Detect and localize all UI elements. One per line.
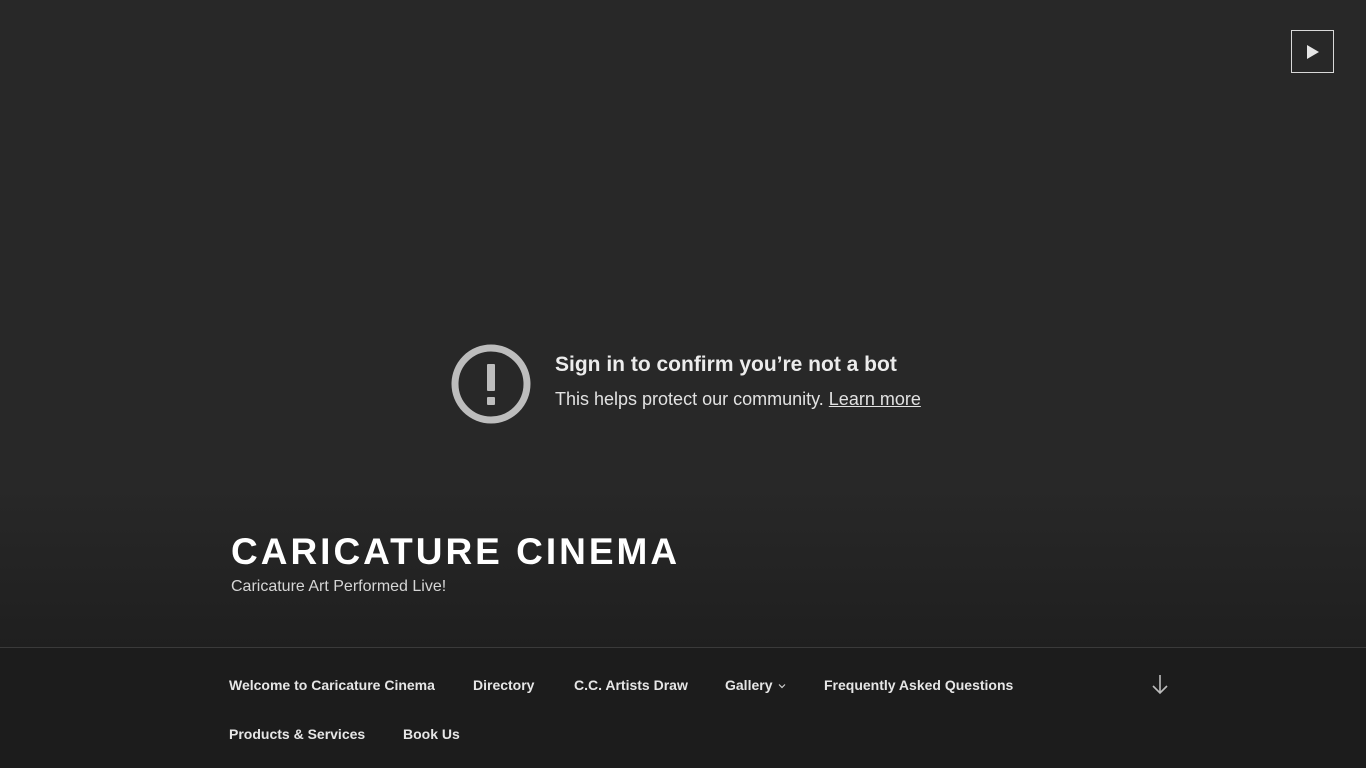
site-title[interactable]: Caricature Cinema [231, 530, 680, 574]
exclamation-circle-icon [451, 344, 531, 424]
nav-item-book-us[interactable]: Book Us [403, 725, 460, 743]
site-tagline: Caricature Art Performed Live! [231, 578, 447, 595]
video-header: Sign in to confirm you’re not a bot This… [0, 0, 1366, 647]
nav-item-welcome[interactable]: Welcome to Caricature Cinema [229, 676, 435, 694]
notice-title: Sign in to confirm you’re not a bot [555, 353, 897, 376]
learn-more-link[interactable]: Learn more [829, 389, 921, 409]
play-button[interactable] [1291, 30, 1334, 73]
nav-item-artists-draw[interactable]: C.C. Artists Draw [574, 676, 688, 694]
main-navigation: Welcome to Caricature Cinema Directory C… [0, 647, 1366, 768]
nav-item-faq[interactable]: Frequently Asked Questions [824, 676, 1013, 694]
arrow-down-icon[interactable] [1150, 672, 1170, 696]
notice-body: This helps protect our community. Learn … [555, 387, 921, 411]
notice-text: Sign in to confirm you’re not a bot This… [555, 353, 921, 411]
bot-check-notice: Sign in to confirm you’re not a bot This… [450, 343, 921, 425]
nav-item-directory[interactable]: Directory [473, 676, 534, 694]
play-icon [1306, 44, 1319, 59]
nav-item-gallery-label: Gallery [725, 677, 773, 693]
page: Sign in to confirm you’re not a bot This… [0, 0, 1366, 768]
chevron-down-icon [779, 684, 786, 689]
nav-item-gallery[interactable]: Gallery [725, 676, 786, 694]
nav-item-products-services[interactable]: Products & Services [229, 725, 365, 743]
notice-message: This helps protect our community. [555, 389, 824, 409]
